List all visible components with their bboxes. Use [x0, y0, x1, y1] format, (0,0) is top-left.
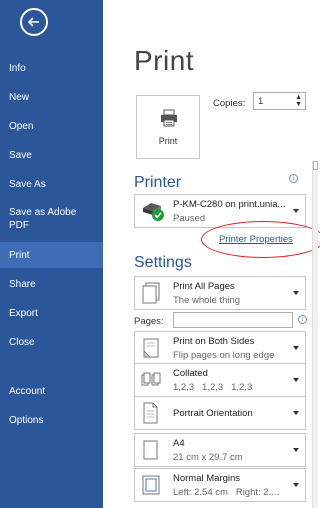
- portrait-page-icon: [143, 402, 158, 424]
- sidebar-item-label: Save as Adobe PDF: [9, 207, 77, 231]
- printer-status-icon: [143, 203, 164, 221]
- orientation-dropdown[interactable]: Portrait Orientation: [134, 396, 306, 430]
- duplex-main: Print on Both Sides: [173, 336, 255, 347]
- back-button[interactable]: [20, 8, 48, 36]
- spin-arrows-icon[interactable]: ▲ ▼: [295, 94, 302, 108]
- print-button[interactable]: Print: [136, 95, 200, 159]
- sidebar-item-options[interactable]: Options: [0, 410, 103, 430]
- duplex-sub: Flip pages on long edge: [173, 350, 275, 361]
- sidebar-item-label: Export: [9, 307, 38, 319]
- orientation-main: Portrait Orientation: [173, 408, 253, 419]
- scrollbar-thumb[interactable]: [313, 161, 318, 170]
- printer-icon: [161, 109, 177, 127]
- sidebar-item-label: Save: [9, 149, 32, 161]
- sidebar-item-open[interactable]: Open: [0, 116, 103, 136]
- sidebar-item-label: Share: [9, 278, 36, 290]
- settings-section-title: Settings: [134, 254, 192, 271]
- sidebar-item-label: Info: [9, 62, 26, 74]
- print-range-main: Print All Pages: [173, 281, 235, 292]
- sidebar-item-label: Close: [9, 336, 35, 348]
- sidebar-item-info[interactable]: Info: [0, 58, 103, 78]
- collation-sub: 1,2,3 1,2,3 1,2,3: [173, 382, 253, 393]
- chevron-down-icon: [293, 346, 299, 350]
- sidebar-item-save[interactable]: Save: [0, 145, 103, 165]
- collation-main: Collated: [173, 368, 208, 379]
- print-range-dropdown[interactable]: Print All Pages The whole thing: [134, 276, 306, 310]
- duplex-icon: [143, 338, 159, 358]
- print-button-label: Print: [158, 136, 178, 146]
- margins-main: Normal Margins: [173, 473, 241, 484]
- paper-size-dropdown[interactable]: A4 21 cm x 29.7 cm: [134, 433, 306, 467]
- sidebar-item-label: Account: [9, 385, 46, 397]
- collation-dropdown[interactable]: Collated 1,2,3 1,2,3 1,2,3: [134, 363, 306, 397]
- duplex-dropdown[interactable]: Print on Both Sides Flip pages on long e…: [134, 331, 306, 365]
- printer-section-title: Printer: [134, 174, 182, 191]
- sidebar-item-save-as[interactable]: Save As: [0, 174, 103, 194]
- chevron-down-icon: [293, 378, 299, 382]
- sidebar-item-print[interactable]: Print: [0, 242, 103, 268]
- pages-input[interactable]: [173, 312, 293, 328]
- sidebar-item-label: Save As: [9, 178, 46, 190]
- chevron-down-icon: [293, 411, 299, 415]
- paper-size-icon: [143, 440, 158, 460]
- margins-icon: [142, 475, 160, 495]
- printer-name: P-KM-C280 on print.unia...: [173, 199, 286, 210]
- info-icon[interactable]: i: [298, 315, 307, 324]
- sidebar-item-export[interactable]: Export: [0, 303, 103, 323]
- chevron-down-icon: [293, 209, 299, 213]
- sidebar-item-label: Open: [9, 120, 34, 132]
- sidebar-item-label: Options: [9, 414, 44, 426]
- sidebar-item-share[interactable]: Share: [0, 274, 103, 294]
- arrow-left-icon: [27, 17, 39, 27]
- chevron-down-icon: [293, 483, 299, 487]
- chevron-down-icon: [293, 448, 299, 452]
- pages-icon: [142, 282, 160, 304]
- print-range-sub: The whole thing: [173, 295, 241, 306]
- collated-icon: [141, 372, 161, 386]
- sidebar-item-close[interactable]: Close: [0, 332, 103, 352]
- annotation-ellipse: [201, 221, 320, 258]
- backstage-sidebar: Info New Open Save Save As Save as Adobe…: [0, 0, 103, 508]
- copies-stepper[interactable]: 1 ▲ ▼: [253, 92, 306, 110]
- copies-label: Copies:: [213, 98, 246, 109]
- paper-size-sub: 21 cm x 29.7 cm: [173, 452, 243, 463]
- print-pane: Print Print Copies: 1 ▲ ▼ Printer i P-KM-…: [103, 0, 320, 508]
- sidebar-item-new[interactable]: New: [0, 87, 103, 107]
- info-icon[interactable]: i: [289, 174, 298, 183]
- margins-dropdown[interactable]: Normal Margins Left: 2.54 cm Right: 2...…: [134, 468, 306, 502]
- vertical-scrollbar[interactable]: [312, 161, 318, 508]
- margins-sub: Left: 2.54 cm Right: 2....: [173, 487, 280, 498]
- sidebar-item-label: Print: [9, 249, 30, 261]
- sidebar-item-label: New: [9, 91, 30, 103]
- pages-label: Pages:: [134, 316, 164, 327]
- copies-value: 1: [258, 96, 264, 107]
- sidebar-item-account[interactable]: Account: [0, 381, 103, 401]
- sidebar-item-save-as-adobe-pdf[interactable]: Save as Adobe PDF: [0, 203, 92, 235]
- page-title: Print: [134, 45, 195, 76]
- chevron-down-icon: [293, 291, 299, 295]
- paper-size-main: A4: [173, 438, 185, 449]
